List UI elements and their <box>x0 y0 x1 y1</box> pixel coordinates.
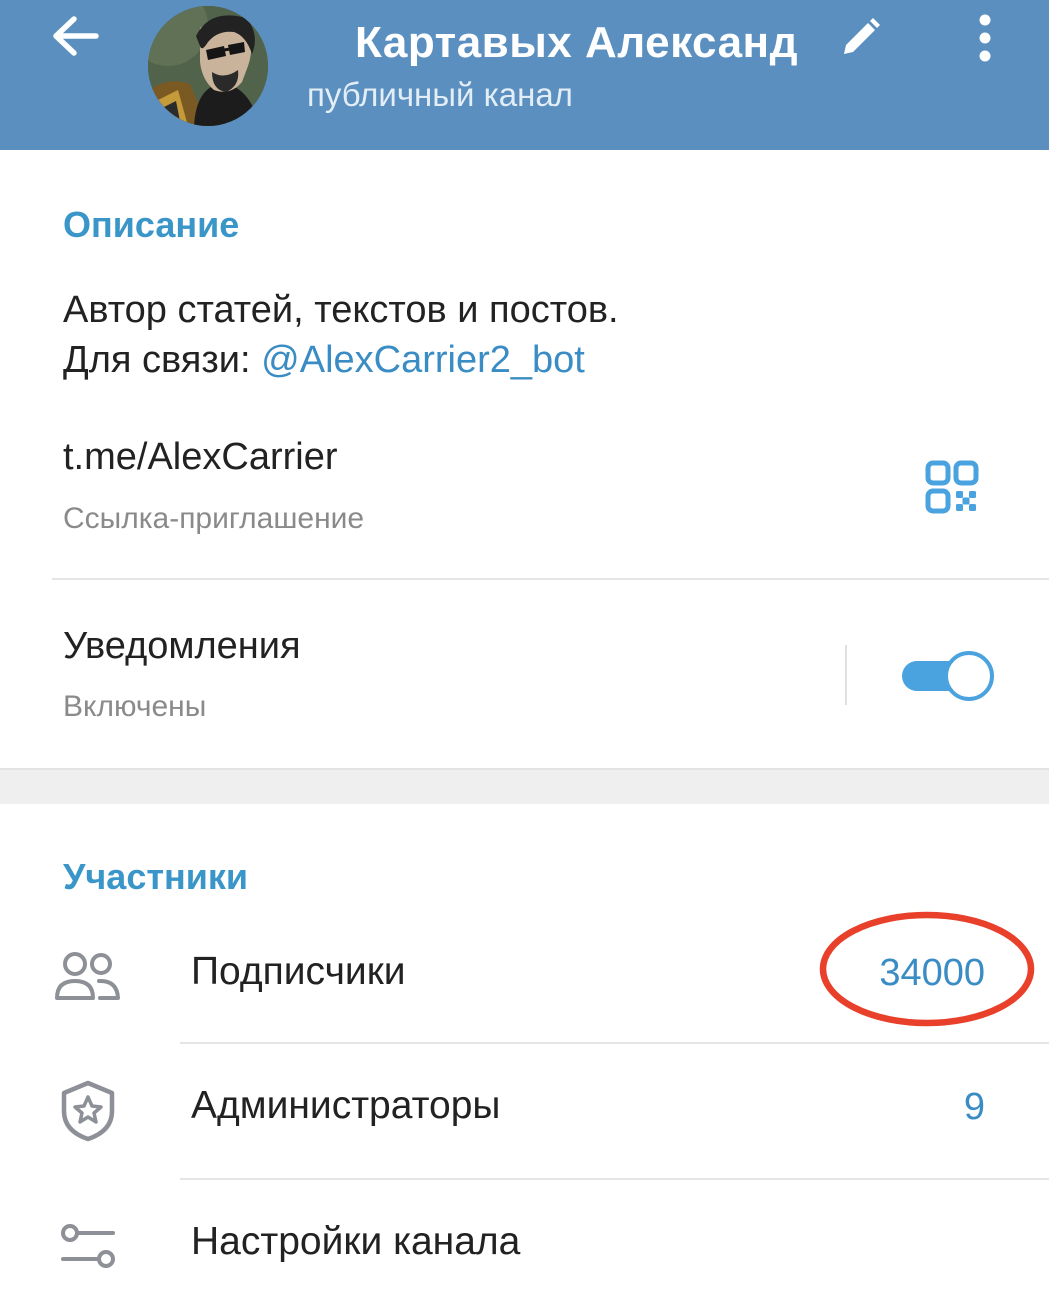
channel-description: Автор статей, текстов и постов. Для связ… <box>63 285 619 385</box>
row-icon-wrapper <box>52 1078 124 1144</box>
channel-title: Картавых Александ <box>355 18 799 67</box>
pencil-icon <box>844 18 880 54</box>
administrators-label: Администраторы <box>191 1084 501 1127</box>
administrators-count: 9 <box>963 1086 985 1128</box>
row-icon-wrapper <box>52 944 124 1010</box>
people-icon <box>55 952 120 1000</box>
edit-button[interactable] <box>830 8 890 68</box>
administrators-row[interactable]: Администраторы 9 <box>0 1048 1049 1168</box>
qr-code-icon <box>925 460 979 514</box>
app-header: Картавых Александ публичный канал <box>0 0 1049 150</box>
subscribers-row[interactable]: Подписчики 34000 <box>0 914 1049 1034</box>
channel-type: публичный канал <box>307 76 573 113</box>
section-separator <box>0 768 1049 804</box>
vertical-divider <box>845 645 847 705</box>
divider <box>52 578 1049 580</box>
shield-star-icon <box>61 1080 115 1142</box>
contact-prefix: Для связи: <box>63 339 262 381</box>
arrow-left-icon <box>53 16 99 56</box>
notifications-title[interactable]: Уведомления <box>63 625 301 668</box>
qr-code-button[interactable] <box>922 458 984 520</box>
sliders-icon <box>61 1224 115 1268</box>
members-heading: Участники <box>63 856 248 897</box>
channel-avatar-image <box>148 6 268 126</box>
description-heading: Описание <box>63 204 240 245</box>
more-menu-button[interactable] <box>955 8 1015 68</box>
avatar[interactable] <box>148 6 268 126</box>
back-button[interactable] <box>40 6 110 66</box>
invite-link[interactable]: t.me/AlexCarrier <box>63 436 338 479</box>
channel-title-area[interactable]: Картавых Александ публичный канал <box>300 4 825 124</box>
description-line-2: Для связи: @AlexCarrier2_bot <box>63 335 619 385</box>
description-line-1: Автор статей, текстов и постов. <box>63 289 619 331</box>
subscribers-label: Подписчики <box>191 950 406 993</box>
divider <box>180 1042 1049 1044</box>
more-vertical-icon <box>979 14 991 62</box>
notifications-toggle[interactable] <box>900 650 994 702</box>
channel-settings-row[interactable]: Настройки канала <box>0 1184 1049 1304</box>
toggle-knob <box>944 651 994 701</box>
row-icon-wrapper <box>52 1214 124 1280</box>
invite-link-label: Ссылка-приглашение <box>63 502 365 535</box>
divider <box>180 1178 1049 1180</box>
contact-bot-link[interactable]: @AlexCarrier2_bot <box>261 339 585 381</box>
notifications-status: Включены <box>63 690 207 723</box>
subscribers-count: 34000 <box>879 952 985 994</box>
channel-settings-label: Настройки канала <box>191 1220 521 1263</box>
